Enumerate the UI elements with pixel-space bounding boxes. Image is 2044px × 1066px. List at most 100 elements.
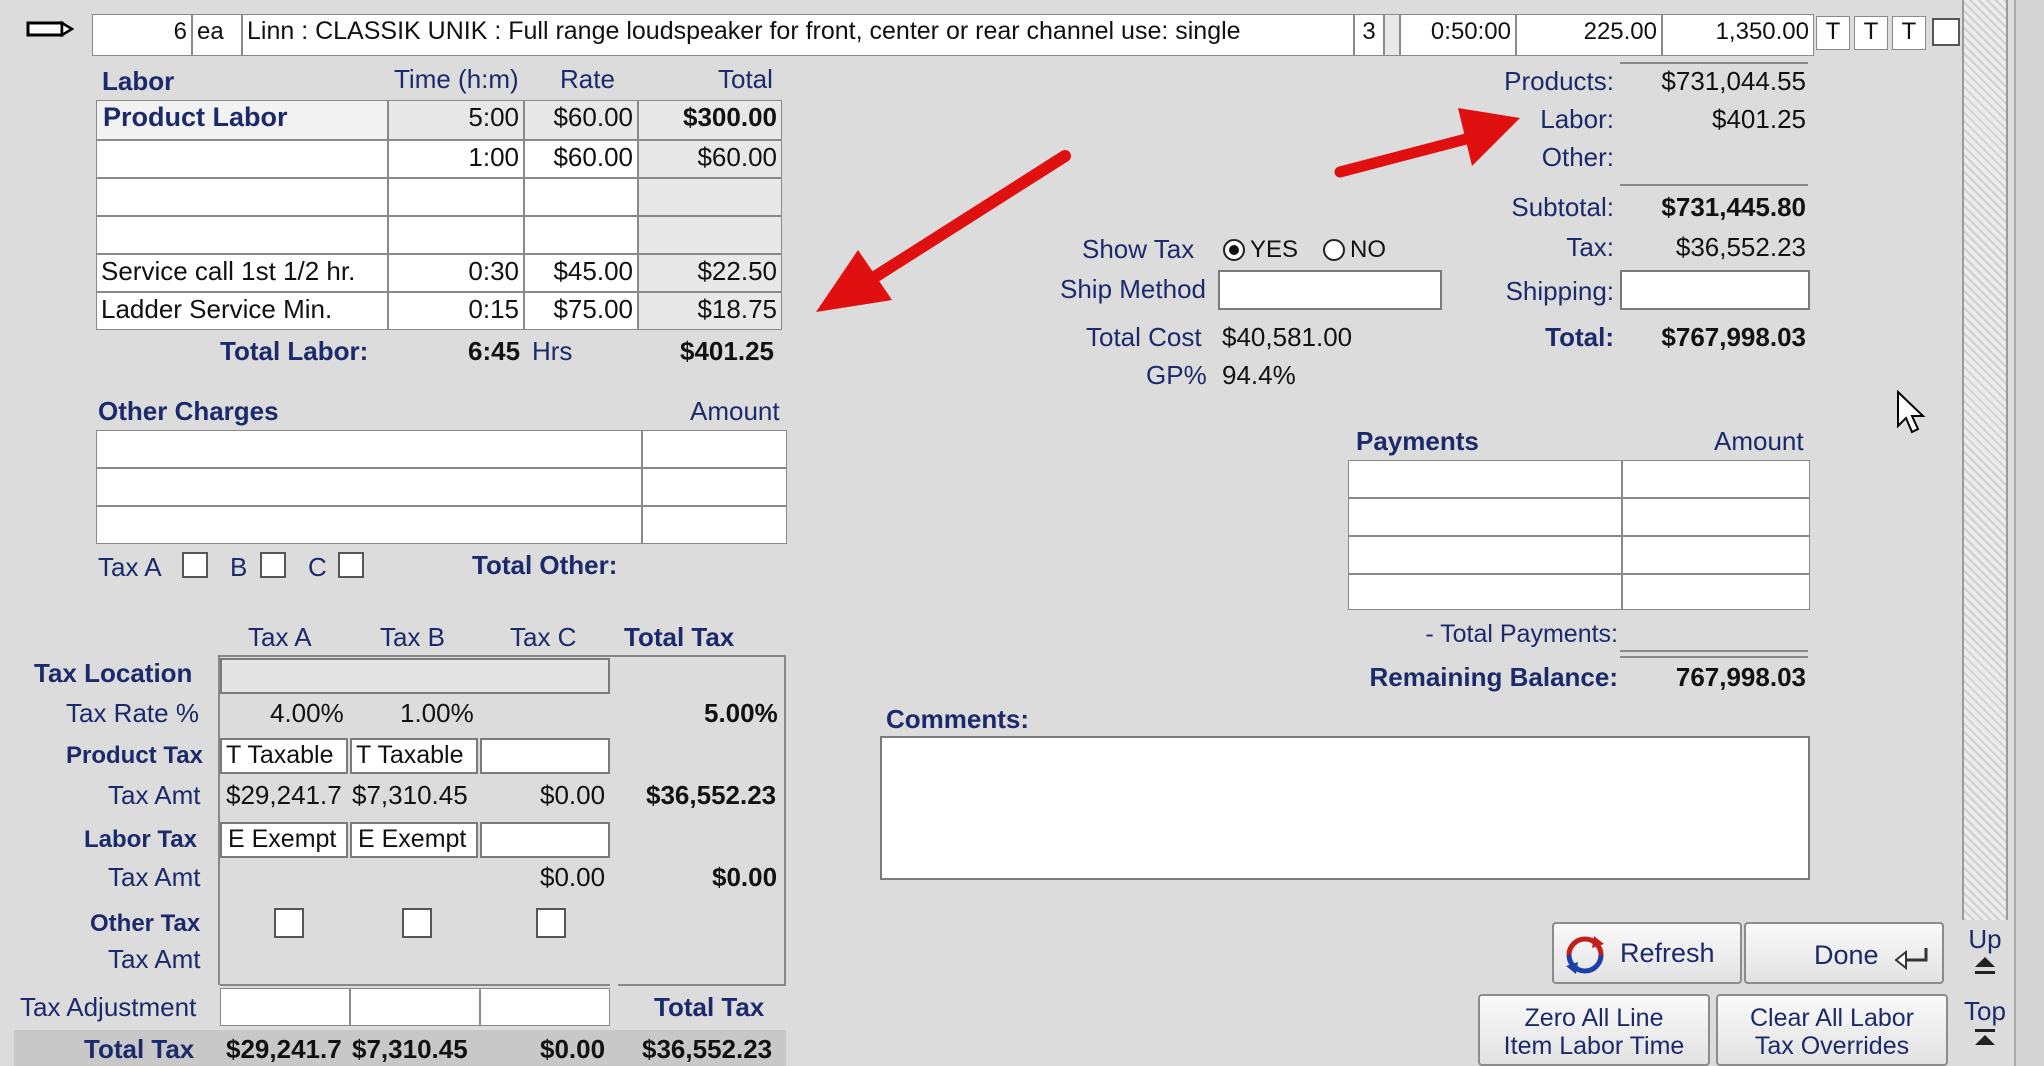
other-charge-desc[interactable] — [96, 506, 642, 544]
tax-location-field[interactable] — [220, 658, 610, 694]
labor-row-name[interactable] — [96, 140, 388, 178]
labor-tax-b-field[interactable]: E Exempt — [350, 822, 478, 858]
labor-row-rate[interactable] — [524, 216, 638, 254]
line-flag-2[interactable]: T — [1854, 16, 1888, 50]
comments-textarea[interactable] — [880, 736, 1810, 880]
show-tax-no-radio[interactable] — [1322, 238, 1346, 267]
payment-amount[interactable] — [1622, 498, 1810, 536]
labor-row-time[interactable] — [388, 216, 524, 254]
labor-row-time[interactable]: 0:15 — [388, 292, 524, 330]
right-edge — [2014, 0, 2044, 1066]
labor-row-total: $300.00 — [638, 100, 782, 140]
show-tax-yes-radio[interactable] — [1222, 238, 1246, 267]
line-flag-1[interactable]: T — [1816, 16, 1850, 50]
other-tax-c-label: C — [308, 552, 327, 582]
tax-total-divider — [618, 984, 786, 986]
line-qty-secondary[interactable]: 3 — [1354, 14, 1384, 56]
other-tax-a-override-checkbox[interactable] — [274, 908, 304, 938]
other-charge-amount[interactable] — [642, 506, 787, 544]
payment-amount[interactable] — [1622, 536, 1810, 574]
product-tax-b-field[interactable]: T Taxable — [350, 738, 478, 774]
product-tax-amt-label: Tax Amt — [108, 780, 201, 810]
labor-row-rate[interactable]: $45.00 — [524, 254, 638, 292]
tax-rate-b: 1.00% — [400, 698, 474, 728]
other-charge-amount[interactable] — [642, 430, 787, 468]
labor-row-time[interactable] — [388, 178, 524, 216]
labor-row-time[interactable]: 0:30 — [388, 254, 524, 292]
product-tax-c-field[interactable] — [480, 738, 610, 774]
labor-row-rate[interactable]: $75.00 — [524, 292, 638, 330]
tax-rate-total: 5.00% — [704, 698, 778, 728]
clear-labor-tax-overrides-button[interactable]: Clear All Labor Tax Overrides — [1716, 994, 1948, 1066]
line-flag-3[interactable]: T — [1892, 16, 1926, 50]
total-cost-label: Total Cost — [1086, 322, 1202, 352]
other-charges-amount-header: Amount — [690, 396, 780, 426]
other-tax-b-override-checkbox[interactable] — [402, 908, 432, 938]
labor-row-time[interactable]: 1:00 — [388, 140, 524, 178]
other-tax-c-override-checkbox[interactable] — [536, 908, 566, 938]
labor-row-name[interactable] — [96, 178, 388, 216]
labor-row-rate[interactable] — [524, 178, 638, 216]
labor-row-rate[interactable]: $60.00 — [524, 100, 638, 140]
product-tax-amt-b: $7,310.45 — [352, 780, 468, 810]
total-tax-b: $7,310.45 — [352, 1034, 468, 1064]
tax-col-a-header: Tax A — [248, 622, 312, 652]
payment-amount[interactable] — [1622, 460, 1810, 498]
total-tax-a: $29,241.7 — [226, 1034, 342, 1064]
tax-rate-label: Tax Rate % — [66, 698, 199, 728]
line-time[interactable]: 0:50:00 — [1400, 14, 1516, 56]
product-tax-a-field[interactable]: T Taxable — [220, 738, 348, 774]
tax-adjustment-label: Tax Adjustment — [20, 992, 197, 1022]
line-checkbox[interactable] — [1932, 18, 1960, 46]
labor-row-total: $22.50 — [638, 254, 782, 292]
line-item-row[interactable]: 6 ea Linn : CLASSIK UNIK : Full range lo… — [0, 0, 1960, 56]
tax-adjustment-a-field[interactable] — [220, 988, 350, 1026]
labor-row-rate[interactable]: $60.00 — [524, 140, 638, 178]
remaining-balance-label: Remaining Balance: — [1369, 662, 1618, 692]
line-price[interactable]: 225.00 — [1516, 14, 1662, 56]
scroll-top-button[interactable]: Top — [1960, 996, 2010, 1066]
other-tax-amt-label: Tax Amt — [108, 944, 201, 974]
payments-amount-header: Amount — [1714, 426, 1804, 456]
other-charge-desc[interactable] — [96, 430, 642, 468]
other-charge-amount[interactable] — [642, 468, 787, 506]
pencil-edit-icon[interactable] — [26, 20, 75, 43]
line-description[interactable]: Linn : CLASSIK UNIK : Full range loudspe… — [242, 14, 1354, 56]
other-charge-desc[interactable] — [96, 468, 642, 506]
labor-time-header: Time (h:m) — [394, 64, 519, 94]
labor-row-time[interactable]: 5:00 — [388, 100, 524, 140]
shipping-field[interactable] — [1620, 270, 1810, 310]
payment-desc[interactable] — [1348, 498, 1622, 536]
other-tax-a-checkbox[interactable] — [182, 552, 208, 578]
line-total[interactable]: 1,350.00 — [1662, 14, 1814, 56]
labor-row-name[interactable]: Ladder Service Min. — [96, 292, 388, 330]
payment-desc[interactable] — [1348, 460, 1622, 498]
other-tax-c-checkbox[interactable] — [338, 552, 364, 578]
payment-desc[interactable] — [1348, 536, 1622, 574]
line-blank — [1384, 14, 1400, 56]
total-tax-c: $0.00 — [540, 1034, 606, 1064]
other-tax-b-checkbox[interactable] — [260, 552, 286, 578]
total-labor-label: Total Labor: — [220, 336, 369, 366]
payment-amount[interactable] — [1622, 574, 1810, 610]
labor-row-name[interactable]: Product Labor — [96, 100, 388, 140]
labor-tax-amt-total: $0.00 — [712, 862, 778, 892]
payment-desc[interactable] — [1348, 574, 1622, 610]
scroll-track[interactable] — [1962, 0, 2008, 920]
labor-row-total — [638, 216, 782, 254]
labor-tax-c-field[interactable] — [480, 822, 610, 858]
labor-tax-a-field[interactable]: E Exempt — [220, 822, 348, 858]
tax-adjustment-c-field[interactable] — [480, 988, 610, 1026]
done-button[interactable]: Done — [1744, 922, 1944, 984]
scroll-up-button[interactable]: Up — [1962, 924, 2008, 994]
zero-labor-time-button[interactable]: Zero All Line Item Labor Time — [1478, 994, 1710, 1066]
show-tax-yes-label: YES — [1250, 236, 1299, 263]
line-qty[interactable]: 6 — [92, 14, 192, 56]
ship-method-label: Ship Method — [1060, 274, 1206, 304]
line-unit[interactable]: ea — [192, 14, 242, 56]
labor-row-name[interactable]: Service call 1st 1/2 hr. — [96, 254, 388, 292]
refresh-button[interactable]: Refresh — [1552, 922, 1742, 984]
other-tax-a-label: Tax A — [98, 552, 162, 582]
tax-adjustment-b-field[interactable] — [350, 988, 480, 1026]
labor-row-name[interactable] — [96, 216, 388, 254]
